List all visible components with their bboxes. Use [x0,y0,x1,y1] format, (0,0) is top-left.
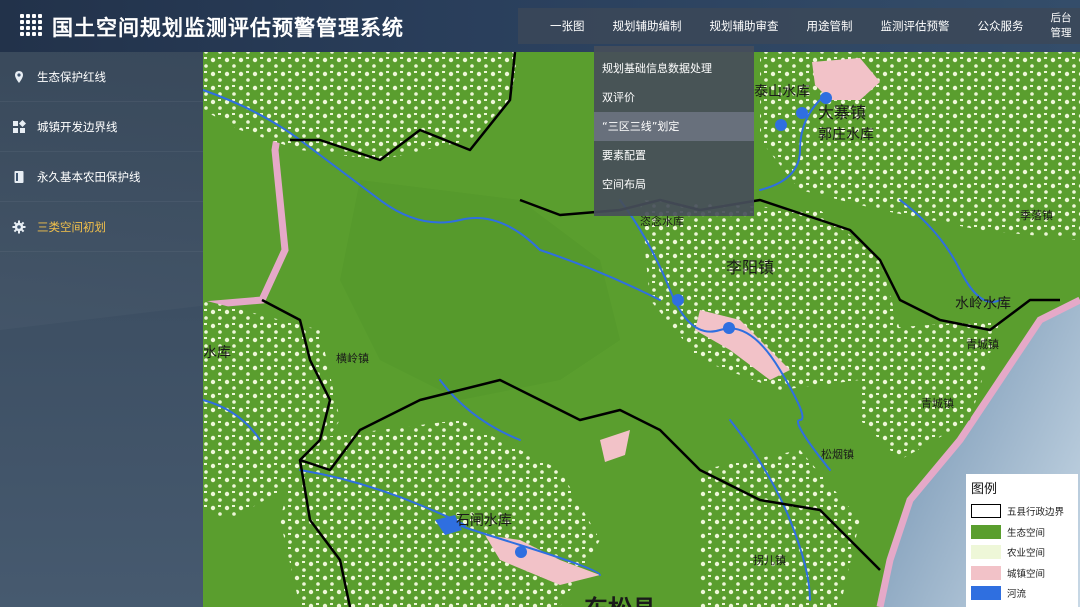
dropdown-item-three-zones[interactable]: “三区三线”划定 [594,112,754,141]
place-label: 郭庄水库 [818,127,874,143]
sidebar-item-three-spaces[interactable]: 三类空间初划 [0,202,203,252]
legend-item: 城镇空间 [971,563,1073,584]
app-title: 国土空间规划监测评估预警管理系统 [52,16,404,40]
place-label: 松烟镇 [821,448,854,461]
place-label: 拐儿镇 [753,554,786,567]
sidebar-item-urban-boundary[interactable]: 城镇开发边界线 [0,102,203,152]
left-sidebar: 生态保护红线 城镇开发边界线 永久基本农田保护线 三类空间初划 [0,52,203,607]
nav-item-public-service[interactable]: 公众服务 [964,18,1038,34]
sidebar-item-label: 城镇开发边界线 [37,119,118,134]
legend-item: 农业空间 [971,542,1073,563]
legend-label: 城镇空间 [1007,568,1046,580]
nav-item-planning-assist[interactable]: 规划辅助编制 [599,18,696,34]
gear-icon [12,220,26,234]
legend-item: 河流 [971,583,1073,604]
nav-item-monitoring[interactable]: 监测评估预警 [867,18,964,34]
planning-assist-dropdown: 规划基础信息数据处理 双评价 “三区三线”划定 要素配置 空间布局 [594,46,754,216]
sidebar-item-eco-redline[interactable]: 生态保护红线 [0,52,203,102]
place-label: 泰山水库 [754,84,810,100]
top-nav: 一张图 规划辅助编制 规划辅助审查 用途管制 监测评估预警 公众服务 [518,8,1042,44]
legend-swatch-river [971,586,1001,601]
legend-item: 五县行政边界 [971,501,1073,522]
place-label: 李阳镇 [726,258,775,277]
legend-label: 河流 [1007,589,1027,601]
place-label: 东松县 [584,589,656,607]
place-label: 青城镇 [921,397,954,410]
nav-item-use-control[interactable]: 用途管制 [793,18,867,34]
dropdown-item-element-config[interactable]: 要素配置 [594,141,754,170]
top-header: 国土空间规划监测评估预警管理系统 一张图 规划辅助编制 规划辅助审查 用途管制 … [0,0,1080,52]
dropdown-item-dual-evaluation[interactable]: 双评价 [594,83,754,112]
legend-label: 生态空间 [1007,527,1046,539]
grid-blocks-icon [12,119,26,134]
dropdown-item-base-data[interactable]: 规划基础信息数据处理 [594,54,754,83]
sidebar-item-label: 永久基本农田保护线 [37,169,141,184]
sidebar-item-label: 三类空间初划 [37,219,106,234]
admin-label-line2: 管理 [1050,27,1072,39]
place-label: 青城镇 [966,338,999,351]
sidebar-item-label: 生态保护红线 [37,69,106,84]
legend-swatch-eco [971,524,1001,539]
place-label: 石闸水库 [456,513,512,529]
app-grid-icon[interactable] [20,14,42,36]
legend-label: 农业空间 [1007,548,1046,560]
dropdown-item-spatial-layout[interactable]: 空间布局 [594,170,754,199]
admin-label-line1: 后台 [1050,12,1072,24]
legend-item: 生态空间 [971,522,1073,543]
legend-swatch-agri [971,545,1001,560]
legend-label: 五县行政边界 [1007,507,1065,519]
admin-button[interactable]: 后台 管理 [1042,8,1080,44]
map-legend: 图例 五县行政边界 生态空间 农业空间 城镇空间 河流 [966,474,1078,607]
nav-item-planning-review[interactable]: 规划辅助审查 [696,18,793,34]
place-label: 水岭水库 [955,296,1011,312]
place-label: 横岭镇 [336,352,369,365]
sidebar-item-farmland[interactable]: 永久基本农田保护线 [0,152,203,202]
place-label: 季落镇 [1020,209,1053,222]
place-label: 大寨镇 [818,103,867,122]
legend-title: 图例 [971,482,998,497]
location-pin-icon [12,70,26,84]
document-icon [12,170,26,184]
legend-swatch-urban [971,565,1001,580]
nav-item-one-map[interactable]: 一张图 [518,18,599,34]
place-label: 水库 [203,345,231,361]
legend-swatch-boundary [971,504,1001,519]
